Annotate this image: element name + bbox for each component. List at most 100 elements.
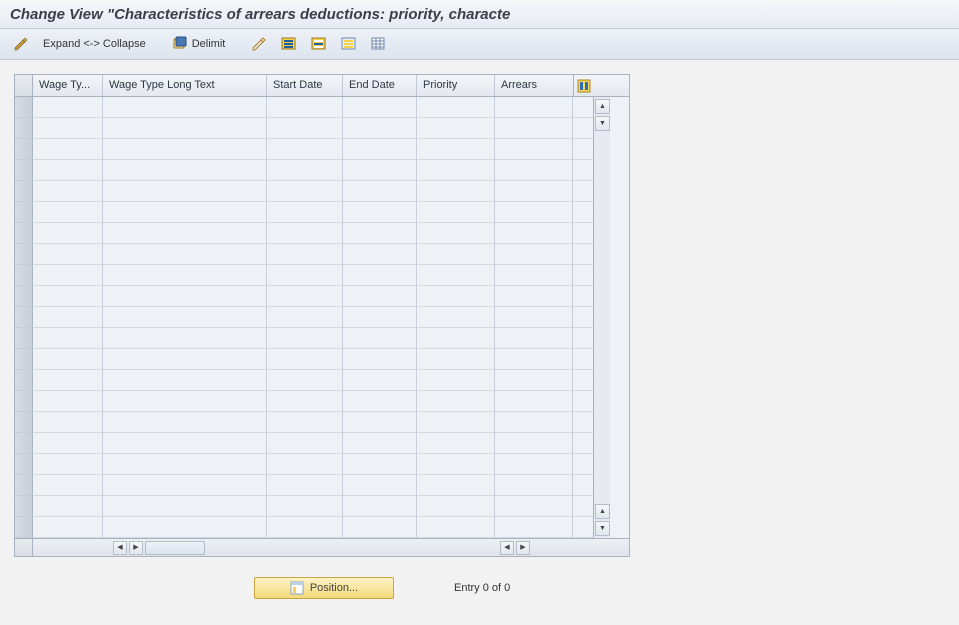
select-block-button[interactable] (306, 33, 332, 55)
table-cell[interactable] (33, 118, 103, 139)
table-cell[interactable] (495, 286, 573, 307)
table-cell[interactable] (103, 286, 267, 307)
table-cell[interactable] (103, 412, 267, 433)
table-cell[interactable] (33, 517, 103, 538)
vertical-scrollbar[interactable]: ▲ ▼ ▲ ▼ (593, 97, 610, 538)
row-selector[interactable] (15, 454, 33, 475)
row-selector[interactable] (15, 286, 33, 307)
scroll-left-button[interactable]: ◀ (113, 541, 127, 555)
scroll-right-button[interactable]: ▶ (516, 541, 530, 555)
table-cell[interactable] (267, 244, 343, 265)
scroll-left-small-button[interactable]: ◀ (500, 541, 514, 555)
table-cell[interactable] (495, 370, 573, 391)
table-cell[interactable] (343, 160, 417, 181)
table-cell[interactable] (417, 265, 495, 286)
table-cell[interactable] (267, 286, 343, 307)
row-selector-header[interactable] (15, 75, 33, 96)
table-cell[interactable] (495, 223, 573, 244)
row-selector[interactable] (15, 328, 33, 349)
table-cell[interactable] (495, 118, 573, 139)
table-cell[interactable] (417, 97, 495, 118)
row-selector[interactable] (15, 181, 33, 202)
table-cell[interactable] (343, 496, 417, 517)
table-cell[interactable] (33, 433, 103, 454)
table-cell[interactable] (417, 349, 495, 370)
scroll-up-small-button[interactable]: ▲ (595, 504, 610, 519)
table-cell[interactable] (103, 160, 267, 181)
row-selector[interactable] (15, 202, 33, 223)
table-cell[interactable] (417, 223, 495, 244)
table-cell[interactable] (33, 454, 103, 475)
table-cell[interactable] (417, 370, 495, 391)
table-cell[interactable] (103, 496, 267, 517)
table-cell[interactable] (495, 307, 573, 328)
table-cell[interactable] (417, 391, 495, 412)
row-selector[interactable] (15, 391, 33, 412)
table-cell[interactable] (103, 265, 267, 286)
table-cell[interactable] (495, 349, 573, 370)
table-cell[interactable] (267, 97, 343, 118)
table-cell[interactable] (495, 181, 573, 202)
table-cell[interactable] (267, 181, 343, 202)
table-cell[interactable] (33, 349, 103, 370)
table-cell[interactable] (343, 139, 417, 160)
table-cell[interactable] (103, 370, 267, 391)
table-cell[interactable] (417, 412, 495, 433)
table-cell[interactable] (267, 139, 343, 160)
column-header-enddate[interactable]: End Date (343, 75, 417, 96)
table-cell[interactable] (343, 202, 417, 223)
table-cell[interactable] (103, 97, 267, 118)
table-cell[interactable] (103, 433, 267, 454)
table-cell[interactable] (103, 244, 267, 265)
table-cell[interactable] (103, 139, 267, 160)
table-cell[interactable] (495, 496, 573, 517)
table-cell[interactable] (417, 118, 495, 139)
change-mode-button[interactable] (8, 33, 34, 55)
table-cell[interactable] (343, 349, 417, 370)
table-cell[interactable] (267, 412, 343, 433)
table-cell[interactable] (103, 475, 267, 496)
table-cell[interactable] (33, 160, 103, 181)
table-cell[interactable] (417, 307, 495, 328)
table-cell[interactable] (343, 370, 417, 391)
table-cell[interactable] (267, 433, 343, 454)
table-cell[interactable] (417, 202, 495, 223)
table-cell[interactable] (495, 265, 573, 286)
table-cell[interactable] (343, 433, 417, 454)
column-header-startdate[interactable]: Start Date (267, 75, 343, 96)
column-header-longtext[interactable]: Wage Type Long Text (103, 75, 267, 96)
table-cell[interactable] (417, 454, 495, 475)
table-cell[interactable] (267, 307, 343, 328)
table-cell[interactable] (103, 454, 267, 475)
table-cell[interactable] (343, 223, 417, 244)
horizontal-scrollbar[interactable]: ◀ ▶ ◀ ▶ (33, 541, 612, 555)
table-cell[interactable] (267, 496, 343, 517)
table-cell[interactable] (343, 307, 417, 328)
table-cell[interactable] (495, 139, 573, 160)
table-cell[interactable] (33, 97, 103, 118)
scroll-up-button[interactable]: ▲ (595, 99, 610, 114)
table-cell[interactable] (417, 139, 495, 160)
table-cell[interactable] (417, 475, 495, 496)
table-cell[interactable] (417, 160, 495, 181)
scroll-down-small-button[interactable]: ▼ (595, 116, 610, 131)
table-cell[interactable] (417, 517, 495, 538)
table-cell[interactable] (33, 328, 103, 349)
table-cell[interactable] (33, 244, 103, 265)
table-cell[interactable] (495, 97, 573, 118)
table-cell[interactable] (343, 118, 417, 139)
table-cell[interactable] (33, 307, 103, 328)
table-cell[interactable] (343, 265, 417, 286)
scroll-right-small-button[interactable]: ▶ (129, 541, 143, 555)
table-cell[interactable] (33, 286, 103, 307)
column-header-arrears[interactable]: Arrears (495, 75, 573, 96)
table-cell[interactable] (495, 391, 573, 412)
table-settings-button[interactable] (366, 33, 392, 55)
deselect-all-button[interactable] (336, 33, 362, 55)
table-cell[interactable] (33, 139, 103, 160)
table-cell[interactable] (343, 517, 417, 538)
row-selector[interactable] (15, 307, 33, 328)
table-cell[interactable] (267, 160, 343, 181)
table-cell[interactable] (495, 244, 573, 265)
table-cell[interactable] (495, 517, 573, 538)
